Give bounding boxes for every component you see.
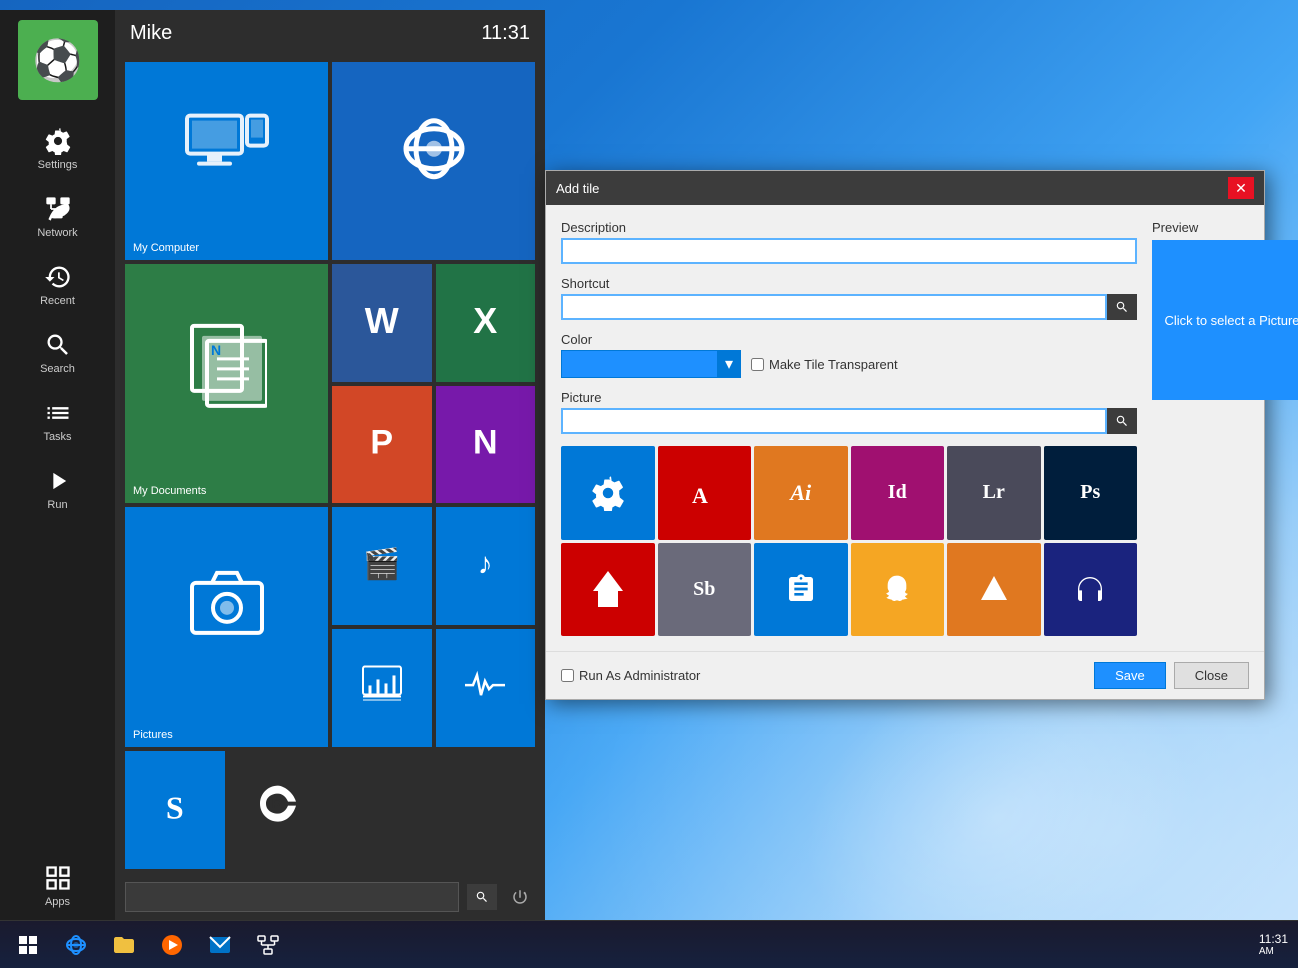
picture-input-row bbox=[561, 408, 1137, 434]
shortcut-browse-button[interactable] bbox=[1107, 294, 1137, 320]
icon-tile-indesign[interactable]: Id bbox=[851, 446, 945, 540]
dialog-overlay: Add tile ✕ Description Shortcut bbox=[0, 0, 1298, 968]
color-row: ▾ Make Tile Transparent bbox=[561, 350, 1137, 378]
dialog-title: Add tile bbox=[556, 181, 599, 196]
shortcut-input[interactable] bbox=[561, 294, 1107, 320]
shortcut-group: Shortcut bbox=[561, 276, 1137, 320]
description-input[interactable] bbox=[561, 238, 1137, 264]
svg-text:A: A bbox=[692, 483, 708, 508]
dialog-close-x-button[interactable]: ✕ bbox=[1228, 177, 1254, 199]
add-tile-dialog: Add tile ✕ Description Shortcut bbox=[545, 170, 1265, 700]
preview-box[interactable]: Click to select a Picture bbox=[1152, 240, 1298, 400]
dialog-titlebar: Add tile ✕ bbox=[546, 171, 1264, 205]
color-dropdown-arrow[interactable]: ▾ bbox=[717, 350, 741, 378]
color-group: Color ▾ Make Tile Transparent bbox=[561, 332, 1137, 378]
icon-tile-acrobat2[interactable] bbox=[561, 543, 655, 637]
picture-search-icon bbox=[1115, 414, 1129, 428]
transparent-checkbox-label: Make Tile Transparent bbox=[751, 357, 898, 372]
shortcut-search-icon bbox=[1115, 300, 1129, 314]
dialog-preview-area: Preview Click to select a Picture bbox=[1152, 220, 1298, 636]
description-group: Description bbox=[561, 220, 1137, 264]
preview-click-text: Click to select a Picture bbox=[1164, 313, 1298, 328]
icon-tile-photoshop[interactable]: Ps bbox=[1044, 446, 1138, 540]
icon-grid: A Ai Id Lr Ps bbox=[561, 446, 1137, 636]
picture-group: Picture bbox=[561, 390, 1137, 434]
icon-tile-artrage[interactable] bbox=[947, 543, 1041, 637]
dialog-form: Description Shortcut Co bbox=[561, 220, 1137, 636]
icon-tile-lightroom[interactable]: Lr bbox=[947, 446, 1041, 540]
picture-input[interactable] bbox=[561, 408, 1107, 434]
color-swatch[interactable] bbox=[561, 350, 721, 378]
picture-browse-button[interactable] bbox=[1107, 408, 1137, 434]
shortcut-input-row bbox=[561, 294, 1137, 320]
icon-tile-acrobat[interactable]: A bbox=[658, 446, 752, 540]
dialog-body: Description Shortcut Co bbox=[546, 205, 1264, 651]
picture-label: Picture bbox=[561, 390, 1137, 405]
dialog-footer: Run As Administrator Save Close bbox=[546, 651, 1264, 699]
description-label: Description bbox=[561, 220, 1137, 235]
icon-tile-headphones[interactable] bbox=[1044, 543, 1138, 637]
color-label: Color bbox=[561, 332, 1137, 347]
transparent-label: Make Tile Transparent bbox=[769, 357, 898, 372]
run-as-admin-label: Run As Administrator bbox=[561, 668, 700, 683]
close-button[interactable]: Close bbox=[1174, 662, 1249, 689]
icon-tile-illustrator[interactable]: Ai bbox=[754, 446, 848, 540]
icon-tile-clipboard[interactable] bbox=[754, 543, 848, 637]
shortcut-label: Shortcut bbox=[561, 276, 1137, 291]
transparent-checkbox[interactable] bbox=[751, 358, 764, 371]
preview-label: Preview bbox=[1152, 220, 1298, 235]
icon-tile-soundbooth[interactable]: Sb bbox=[658, 543, 752, 637]
save-button[interactable]: Save bbox=[1094, 662, 1166, 689]
icon-tile-snapchat[interactable] bbox=[851, 543, 945, 637]
icon-tile-config[interactable] bbox=[561, 446, 655, 540]
run-as-admin-text: Run As Administrator bbox=[579, 668, 700, 683]
run-as-admin-checkbox[interactable] bbox=[561, 669, 574, 682]
